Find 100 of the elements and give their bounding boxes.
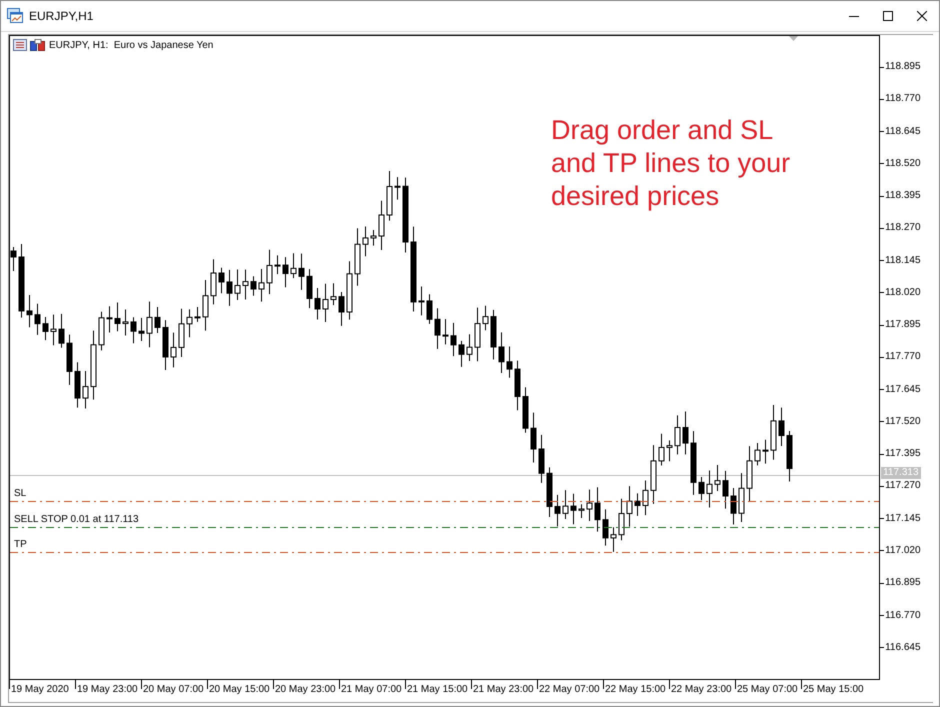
- price-label: 117.270: [885, 480, 921, 492]
- candle: [34, 303, 40, 336]
- candle: [642, 480, 648, 516]
- annotation-text: Drag order and SL and TP lines to your desired prices: [551, 114, 790, 213]
- candle: [458, 340, 464, 368]
- order-line[interactable]: [10, 527, 880, 528]
- candle: [298, 253, 304, 290]
- candle: [690, 430, 696, 496]
- candle: [578, 504, 584, 518]
- candle: [722, 470, 728, 510]
- candle: [554, 494, 560, 527]
- close-icon: [917, 11, 927, 21]
- candle: [786, 430, 792, 482]
- time-label: 25 May 07:00: [737, 684, 798, 696]
- candle: [434, 308, 440, 350]
- order-line-label: TP: [14, 539, 27, 551]
- candle: [730, 487, 736, 525]
- price-label: 118.520: [885, 158, 921, 170]
- candle: [290, 252, 296, 279]
- candle: [370, 229, 376, 246]
- price-label: 116.895: [885, 577, 921, 590]
- time-label: 21 May 23:00: [473, 684, 534, 696]
- candle: [602, 508, 608, 546]
- price-label: 117.895: [885, 319, 921, 332]
- candle: [386, 170, 392, 222]
- candle: [186, 308, 192, 338]
- order-line-label: SL: [14, 488, 26, 500]
- candle: [258, 268, 264, 302]
- candle: [514, 360, 520, 411]
- candle: [194, 306, 200, 322]
- candle: [378, 200, 384, 250]
- candle: [450, 322, 456, 357]
- candle: [362, 226, 368, 257]
- candle: [234, 268, 240, 300]
- time-label: 20 May 23:00: [275, 684, 336, 696]
- candle: [538, 434, 544, 484]
- order-line[interactable]: [10, 501, 880, 502]
- price-label: 118.770: [885, 93, 921, 106]
- candle: [330, 282, 336, 306]
- time-label: 25 May 15:00: [803, 684, 864, 696]
- candle: [658, 433, 664, 466]
- price-label: 118.895: [885, 61, 921, 73]
- candle: [426, 294, 432, 324]
- candle: [474, 307, 480, 362]
- candle: [66, 334, 72, 386]
- candle: [778, 407, 784, 447]
- candle: [322, 283, 328, 323]
- candle: [698, 476, 704, 501]
- price-label: 117.395: [885, 448, 921, 460]
- candle: [146, 301, 152, 348]
- candle: [650, 444, 656, 504]
- window-title: EURJPY,H1: [29, 9, 94, 23]
- price-label: 118.145: [885, 254, 921, 267]
- candle: [82, 370, 88, 410]
- candle: [546, 466, 552, 518]
- price-label: 116.770: [885, 610, 921, 622]
- time-label: 21 May 15:00: [407, 684, 468, 696]
- candle: [666, 440, 672, 462]
- candle: [490, 309, 496, 360]
- candle: [162, 320, 168, 371]
- order-line-label: SELL STOP 0.01 at 117.113: [14, 514, 139, 526]
- order-line[interactable]: [10, 552, 880, 553]
- candle: [562, 490, 568, 520]
- chart-header: EURJPY, H1: Euro vs Japanese Yen: [49, 40, 214, 50]
- price-label: 117.770: [885, 351, 921, 364]
- candle: [610, 526, 616, 552]
- price-label: 118.645: [885, 126, 921, 138]
- candle: [210, 258, 216, 305]
- candle: [98, 311, 104, 351]
- candle: [346, 260, 352, 320]
- candle: [218, 267, 224, 294]
- candle: [250, 276, 256, 296]
- candle: [770, 404, 776, 460]
- candle: [746, 446, 752, 503]
- candle: [682, 411, 688, 455]
- candle: [106, 306, 112, 333]
- current-price-label: 117.313: [881, 467, 921, 479]
- candle: [738, 472, 744, 522]
- candle: [226, 269, 232, 306]
- candle: [754, 442, 760, 466]
- candle: [586, 489, 592, 522]
- candle: [674, 414, 680, 455]
- candle: [418, 286, 424, 316]
- candle: [122, 308, 128, 336]
- time-label: 22 May 07:00: [539, 684, 600, 696]
- time-label: 22 May 15:00: [605, 684, 666, 696]
- candle: [466, 334, 472, 362]
- candle: [314, 288, 320, 320]
- book-icon[interactable]: [30, 39, 46, 51]
- data-window-icon[interactable]: [13, 39, 27, 51]
- price-label: 117.520: [885, 416, 921, 428]
- candle: [74, 362, 80, 408]
- candle: [50, 314, 56, 346]
- price-label: 117.020: [885, 544, 921, 557]
- candle: [338, 292, 344, 326]
- maximize-icon: [883, 11, 893, 21]
- chart-window-icon: [7, 8, 23, 24]
- candle: [42, 316, 48, 341]
- time-label: 19 May 23:00: [77, 684, 138, 696]
- candle: [570, 493, 576, 525]
